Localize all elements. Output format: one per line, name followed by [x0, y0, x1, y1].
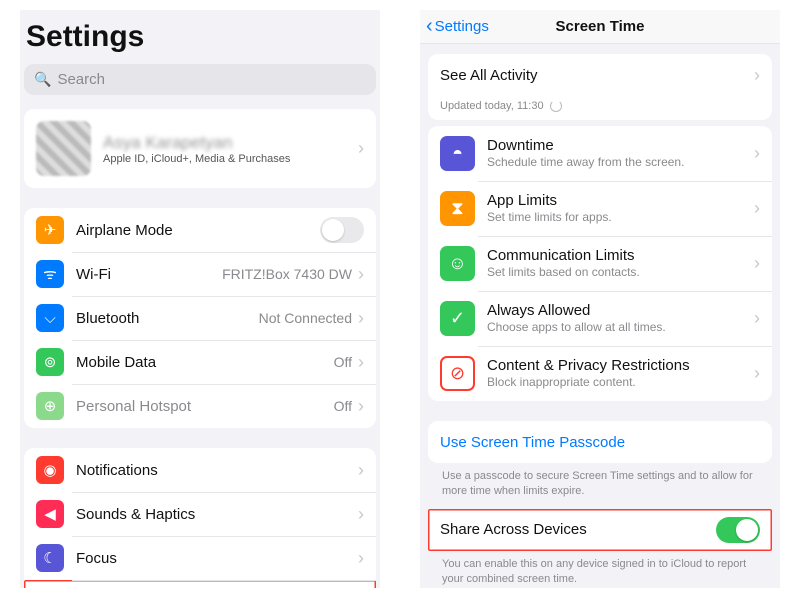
chevron-right-icon: › [754, 253, 760, 274]
row-label: Wi-Fi [76, 266, 222, 283]
nav-title: Screen Time [556, 18, 645, 35]
bluetooth-icon: ⌵ [36, 304, 64, 332]
downtime-icon: ◓ [440, 136, 475, 171]
row-bluetooth[interactable]: ⌵ BluetoothNot Connected › [24, 296, 376, 340]
row-title: Communication Limits [487, 247, 754, 265]
row-value: FRITZ!Box 7430 DW [222, 266, 352, 282]
chevron-right-icon: › [358, 308, 364, 329]
row-value: Off [334, 354, 352, 370]
row-label: Bluetooth [76, 310, 259, 327]
row-notifications[interactable]: ◉ Notifications› [24, 448, 376, 492]
wi-fi-icon: ᯤ [36, 260, 64, 288]
airplane-mode-icon: ✈ [36, 216, 64, 244]
see-all-activity-row[interactable]: See All Activity › [428, 54, 772, 96]
row-mobile-data[interactable]: ⊚ Mobile DataOff › [24, 340, 376, 384]
toggle[interactable] [320, 217, 364, 243]
content-privacy-restrictions-icon: ⊘ [440, 356, 475, 391]
row-subtitle: Schedule time away from the screen. [487, 155, 754, 171]
row-undefined[interactable]: ☺ Communication LimitsSet limits based on… [428, 236, 772, 291]
search-placeholder: Search [57, 71, 105, 88]
row-sounds-haptics[interactable]: ◀ Sounds & Haptics› [24, 492, 376, 536]
always-allowed-icon: ✓ [440, 301, 475, 336]
search-icon: 🔍 [34, 71, 51, 88]
passcode-footer: Use a passcode to secure Screen Time set… [428, 465, 772, 509]
row-label: Sounds & Haptics [76, 506, 358, 523]
row-title: Downtime [487, 137, 754, 155]
see-all-label: See All Activity [440, 67, 754, 84]
profile-name: Asya Karapetyan [103, 133, 358, 153]
chevron-right-icon: › [358, 548, 364, 569]
row-subtitle: Block inappropriate content. [487, 375, 754, 391]
row-undefined[interactable]: ⧗ App LimitsSet time limits for apps.› [428, 181, 772, 236]
chevron-right-icon: › [754, 308, 760, 329]
row-title: Always Allowed [487, 302, 754, 320]
share-toggle[interactable] [716, 517, 760, 543]
row-subtitle: Set limits based on contacts. [487, 265, 754, 281]
communication-limits-icon: ☺ [440, 246, 475, 281]
row-title: Content & Privacy Restrictions [487, 357, 754, 375]
row-label: Notifications [76, 462, 358, 479]
row-label: Focus [76, 550, 358, 567]
spinner-icon [550, 100, 562, 112]
chevron-right-icon: › [358, 504, 364, 525]
app-limits-icon: ⧗ [440, 191, 475, 226]
row-label: Mobile Data [76, 354, 334, 371]
chevron-right-icon: › [754, 363, 760, 384]
share-devices-row[interactable]: Share Across Devices [428, 509, 772, 551]
chevron-right-icon: › [358, 396, 364, 417]
page-title: Settings [24, 10, 376, 64]
row-wi-fi[interactable]: ᯤ Wi-FiFRITZ!Box 7430 DW › [24, 252, 376, 296]
focus-icon: ☾ [36, 544, 64, 572]
back-label: Settings [435, 18, 489, 35]
share-label: Share Across Devices [440, 521, 716, 538]
chevron-right-icon: › [754, 65, 760, 86]
updated-text: Updated today, 11:30 [428, 96, 772, 120]
avatar [36, 121, 91, 176]
chevron-right-icon: › [358, 264, 364, 285]
profile-card[interactable]: Asya Karapetyan Apple ID, iCloud+, Media… [24, 109, 376, 188]
sounds-haptics-icon: ◀ [36, 500, 64, 528]
notifications-icon: ◉ [36, 456, 64, 484]
row-label: Personal Hotspot [76, 398, 334, 415]
row-title: App Limits [487, 192, 754, 210]
focus-group: ◉Notifications›◀Sounds & Haptics›☾Focus›… [24, 448, 376, 588]
activity-card: See All Activity › Updated today, 11:30 [428, 54, 772, 120]
chevron-right-icon: › [754, 143, 760, 164]
chevron-right-icon: › [358, 138, 364, 159]
use-passcode-link: Use Screen Time Passcode [440, 434, 625, 451]
personal-hotspot-icon: ⊕ [36, 392, 64, 420]
network-group: ✈ Airplane Mode ᯤ Wi-FiFRITZ!Box 7430 DW › ⌵ B… [24, 208, 376, 428]
nav-bar: ‹ Settings Screen Time [420, 10, 780, 44]
row-airplane-mode[interactable]: ✈ Airplane Mode [24, 208, 376, 252]
row-value: Off [334, 398, 352, 414]
back-button[interactable]: ‹ Settings [426, 15, 489, 38]
row-undefined[interactable]: ◓ DowntimeSchedule time away from the scr… [428, 126, 772, 181]
row-personal-hotspot[interactable]: ⊕ Personal HotspotOff › [24, 384, 376, 428]
row-value: Not Connected [259, 310, 352, 326]
chevron-left-icon: ‹ [426, 15, 433, 38]
row-undefined[interactable]: ⊘ Content & Privacy RestrictionsBlock ina… [428, 346, 772, 401]
row-undefined[interactable]: ✓ Always AllowedChoose apps to allow at a… [428, 291, 772, 346]
settings-screen: Settings 🔍 Search Asya Karapetyan Apple … [20, 10, 380, 588]
profile-subtitle: Apple ID, iCloud+, Media & Purchases [103, 153, 358, 165]
row-label: Airplane Mode [76, 222, 320, 239]
screentime-screen: ‹ Settings Screen Time See All Activity … [420, 10, 780, 588]
row-screen-time[interactable]: ⧗Screen Time› [24, 580, 376, 588]
passcode-card[interactable]: Use Screen Time Passcode [428, 421, 772, 463]
row-focus[interactable]: ☾ Focus› [24, 536, 376, 580]
mobile-data-icon: ⊚ [36, 348, 64, 376]
chevron-right-icon: › [754, 198, 760, 219]
chevron-right-icon: › [358, 352, 364, 373]
screentime-options: ◓ DowntimeSchedule time away from the scr… [428, 126, 772, 401]
chevron-right-icon: › [358, 460, 364, 481]
row-subtitle: Choose apps to allow at all times. [487, 320, 754, 336]
row-subtitle: Set time limits for apps. [487, 210, 754, 226]
search-input[interactable]: 🔍 Search [24, 64, 376, 95]
share-footer: You can enable this on any device signed… [428, 553, 772, 588]
